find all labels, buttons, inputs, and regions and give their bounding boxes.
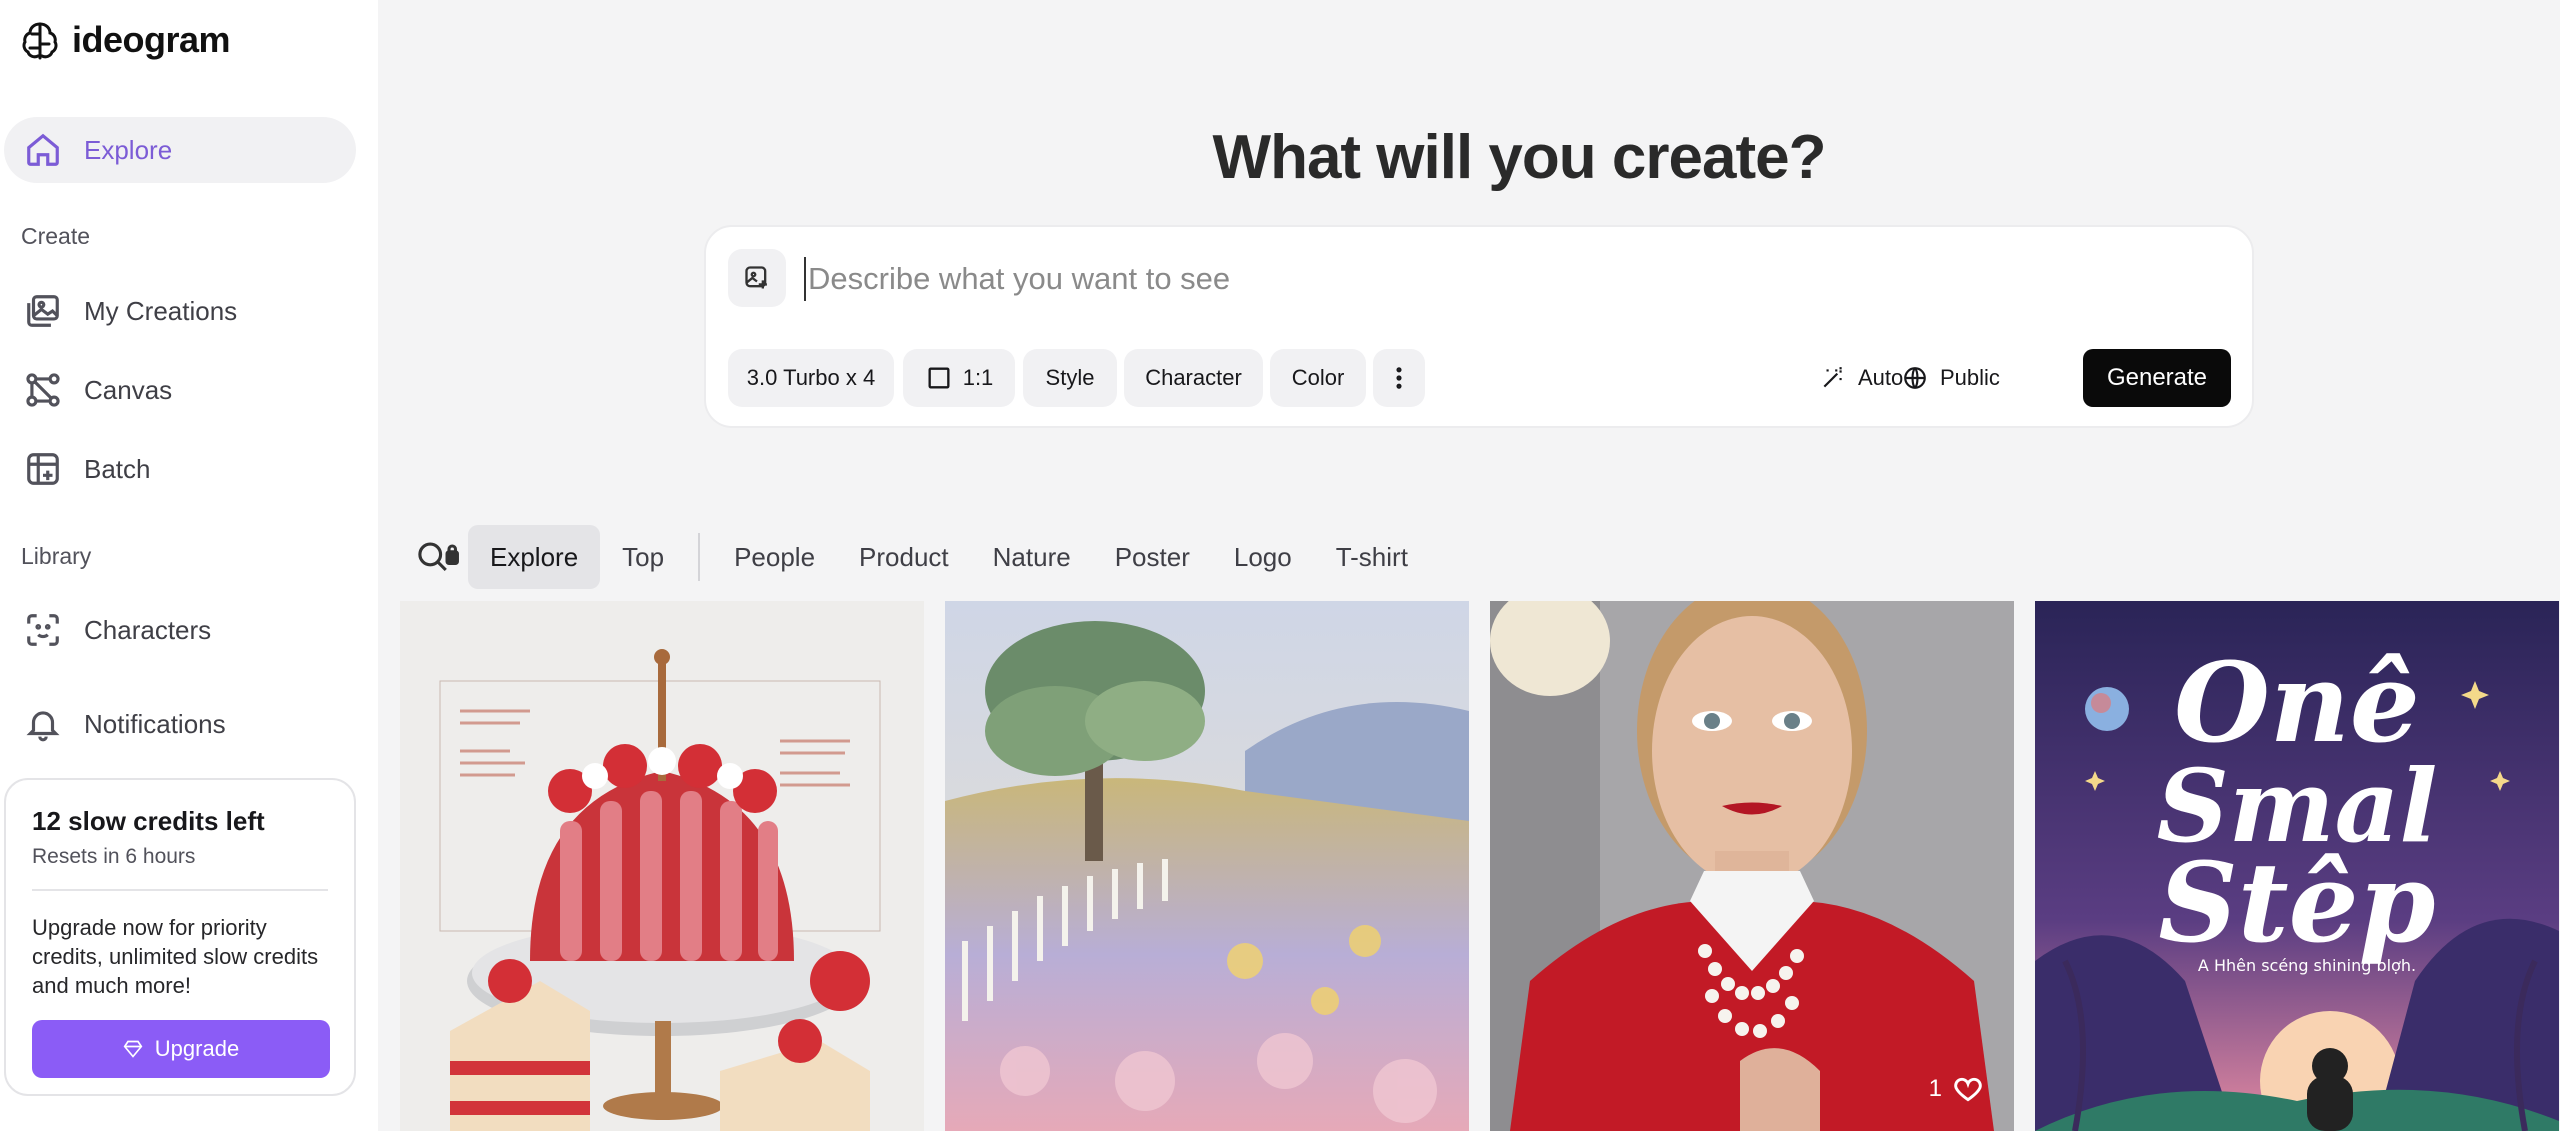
prompt-box: 3.0 Turbo x 4 1:1 Style Character Color … [704,225,2254,428]
sidebar-item-label: Canvas [84,374,173,405]
sidebar: ideogram Explore Create My Creations Can… [0,0,378,1131]
style-button[interactable]: Style [1023,349,1117,407]
face-scan-icon [27,614,59,646]
sidebar-item-characters[interactable]: Characters [4,597,356,663]
globe-icon [1904,367,1926,389]
gallery-tile-cake[interactable] [400,601,924,1131]
heart-icon [1954,1077,1982,1102]
gallery-tile-poster[interactable]: Onê Smal Stêp A Hhên scéng shining blợh. [2035,601,2559,1131]
sidebar-item-label: My Creations [84,295,238,326]
ideogram-logo[interactable]: ideogram [18,18,231,62]
search-icon [418,542,459,572]
magic-prompt-toggle[interactable]: Auto [1820,349,1903,407]
filter-tab-poster[interactable]: Poster [1093,525,1212,589]
magic-wand-icon [1823,367,1842,388]
portrait-image [1490,601,2014,1131]
filter-tab-top[interactable]: Top [600,525,686,589]
sidebar-item-label: Notifications [84,708,226,739]
sidebar-item-label: Explore [84,134,173,165]
style-label: Style [1045,365,1095,390]
gallery-tile-meadow[interactable] [945,601,1469,1131]
cake-image [400,601,924,1131]
magic-prompt-label: Auto [1858,365,1904,390]
diamond-icon [123,1040,143,1058]
sidebar-item-my-creations[interactable]: My Creations [4,278,356,344]
logo-text: ideogram [72,19,231,60]
image-upload-button[interactable] [728,249,786,307]
like-count: 1 [1928,1075,1942,1102]
image-gallery: 1 Onê Smal Stêp A Hhên scéng shining blợ… [400,601,2560,1131]
credits-divider [32,889,328,891]
gallery-tile-portrait[interactable]: 1 [1490,601,2014,1131]
poster-image: Onê Smal Stêp A Hhên scéng shining blợh. [2035,601,2559,1131]
batch-grid-icon [27,453,59,485]
sidebar-item-canvas[interactable]: Canvas [4,357,356,423]
filter-tab-tshirt[interactable]: T-shirt [1314,525,1430,589]
filter-divider [698,533,701,581]
aspect-ratio-selector[interactable]: 1:1 [903,349,1015,407]
meadow-image [945,601,1469,1131]
upgrade-button[interactable]: Upgrade [32,1020,330,1078]
bell-icon [26,711,60,742]
poster-line-3: Stêp [2158,838,2435,967]
sidebar-item-batch[interactable]: Batch [4,436,356,502]
visibility-label: Public [1940,365,2000,390]
credits-card: 12 slow credits left Resets in 6 hours U… [4,778,356,1096]
more-vertical-icon [1396,367,1402,389]
library-section-label: Library [21,543,92,569]
home-icon [27,133,59,166]
filter-tab-explore[interactable]: Explore [468,525,601,589]
filter-bar: Explore Top People Product Nature Poster… [408,525,1430,589]
sidebar-item-label: Batch [84,453,151,484]
model-selector[interactable]: 3.0 Turbo x 4 [728,349,894,407]
credits-upgrade-message: Upgrade now for priority credits, unlimi… [32,915,319,998]
character-button[interactable]: Character [1124,349,1263,407]
filter-search-button[interactable] [408,525,468,589]
page-title: What will you create? [1212,123,1827,192]
more-options-button[interactable] [1373,349,1425,407]
generate-button[interactable]: Generate [2083,349,2231,407]
square-icon [928,367,950,389]
sidebar-item-label: Characters [84,614,212,645]
upgrade-label: Upgrade [154,1036,240,1061]
credits-reset-text: Resets in 6 hours [32,845,196,868]
image-add-icon [745,266,767,289]
visibility-toggle[interactable]: Public [1902,349,2000,407]
filter-tab-nature[interactable]: Nature [971,525,1093,589]
color-button[interactable]: Color [1270,349,1366,407]
filter-tab-people[interactable]: People [712,525,837,589]
filter-tab-product[interactable]: Product [837,525,971,589]
like-badge[interactable]: 1 [1929,1073,1984,1105]
sidebar-item-explore[interactable]: Explore [4,117,356,183]
model-label: 3.0 Turbo x 4 [746,365,876,390]
create-section-label: Create [21,223,91,249]
prompt-input[interactable] [804,257,2204,301]
images-icon [27,295,59,327]
main-content: What will you create? 3.0 Turbo x 4 1:1 … [378,0,2560,1131]
sidebar-item-notifications[interactable]: Notifications [4,691,356,757]
filter-tab-logo[interactable]: Logo [1212,525,1314,589]
character-label: Character [1145,365,1242,390]
ideogram-logo-icon [22,22,58,60]
poster-subtitle: A Hhên scéng shining blợh. [2198,956,2416,975]
aspect-ratio-label: 1:1 [962,365,994,390]
credits-title: 12 slow credits left [32,806,265,836]
canvas-nodes-icon [26,373,60,407]
color-label: Color [1291,365,1345,390]
